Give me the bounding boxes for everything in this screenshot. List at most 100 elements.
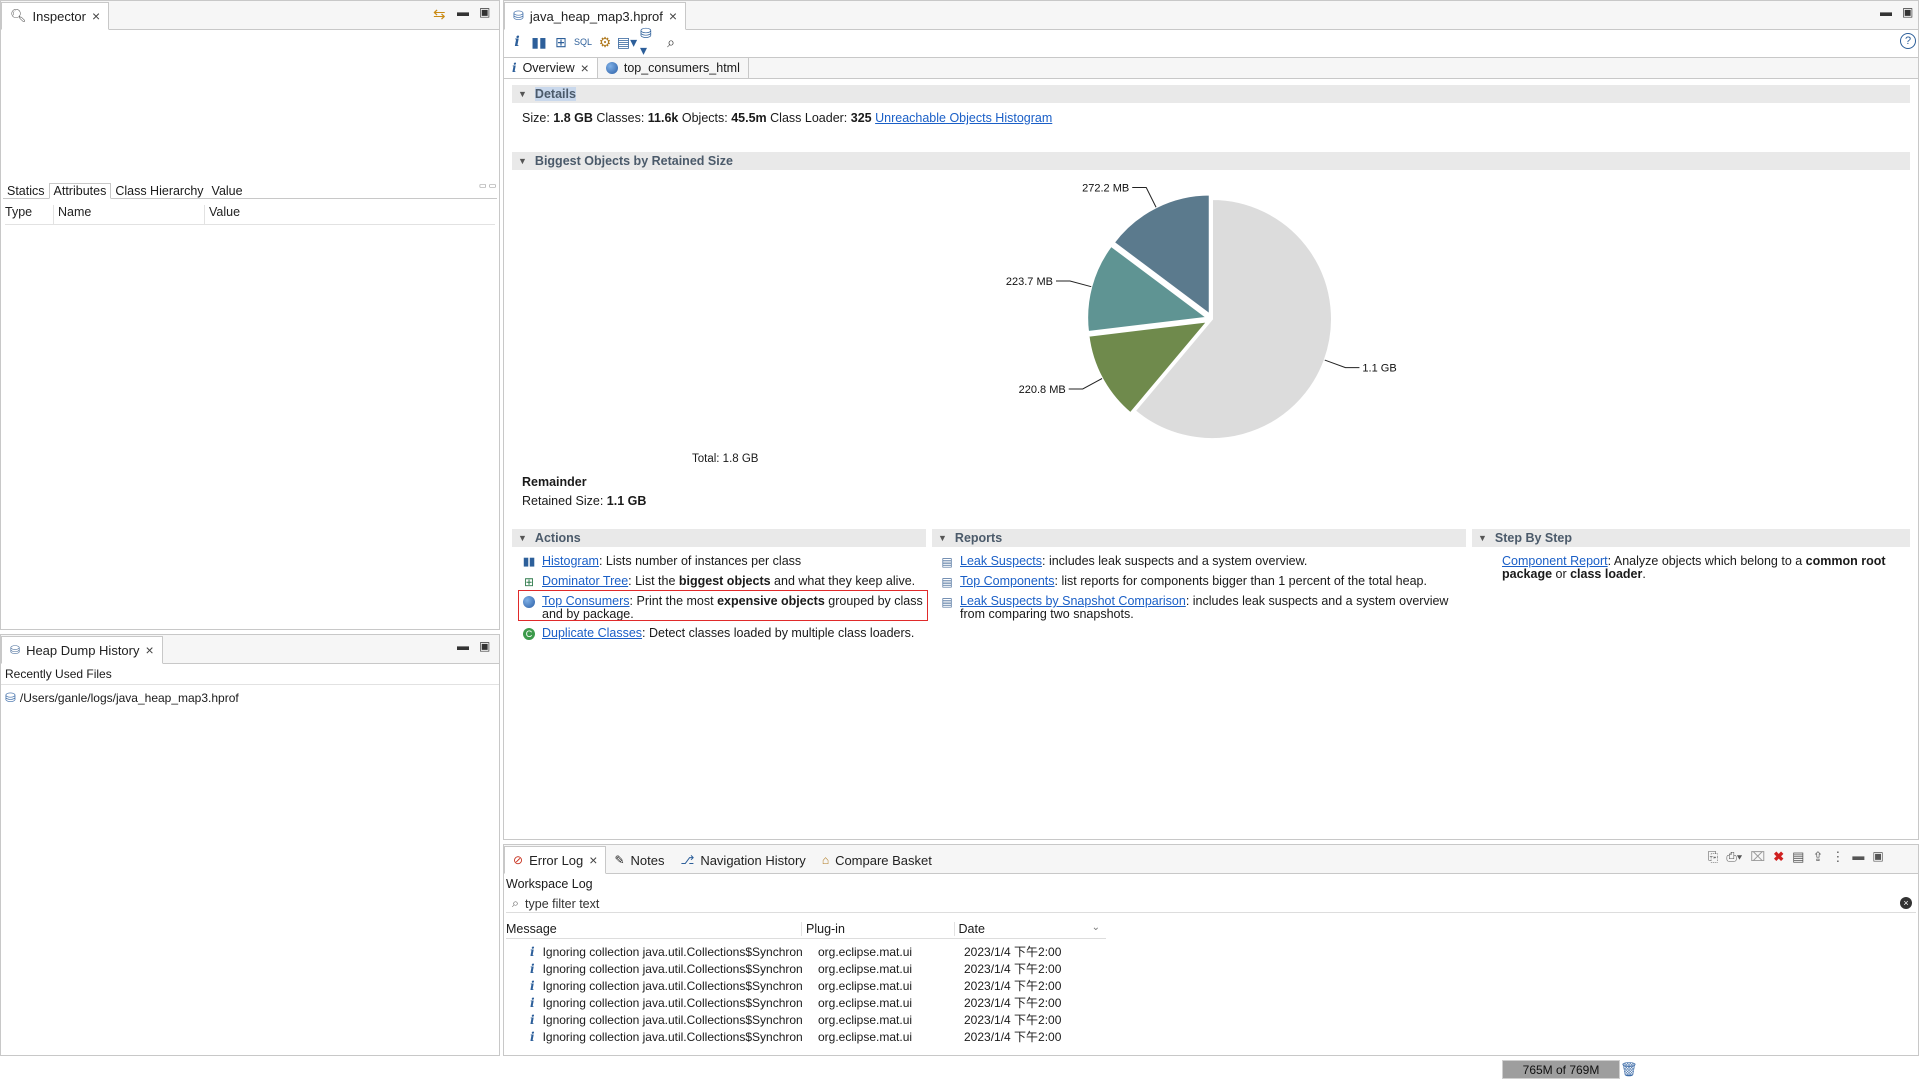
search-icon: ⌕ — [512, 896, 520, 910]
col-date-label: Date — [958, 921, 985, 936]
tab-class-hierarchy[interactable]: Class Hierarchy — [111, 184, 207, 198]
reports-section-header[interactable]: ▼ Reports — [932, 529, 1466, 547]
log-date: 2023/1/4 下午2:00 — [964, 1030, 1062, 1044]
log-row[interactable]: i Ignoring collection java.util.Collectio… — [506, 1011, 1106, 1028]
tab-notes[interactable]: ✎ Notes — [606, 847, 672, 873]
retained-size-value: 1.1 GB — [606, 494, 647, 508]
close-icon[interactable]: × — [146, 643, 154, 657]
gear-icon[interactable]: ⚙ — [596, 33, 614, 51]
oql-icon[interactable]: SQL — [574, 33, 592, 51]
log-row[interactable]: i Ignoring collection java.util.Collectio… — [506, 994, 1106, 1011]
log-plugin: org.eclipse.mat.ui — [818, 1029, 913, 1044]
tab-statics[interactable]: Statics — [3, 184, 49, 198]
snapshot-comparison-link[interactable]: Leak Suspects by Snapshot Comparison — [960, 594, 1186, 608]
stepbystep-section-header[interactable]: ▼ Step By Step — [1472, 529, 1910, 547]
report-leak-text: Leak Suspects: includes leak suspects an… — [960, 555, 1307, 568]
dominator-tree-link[interactable]: Dominator Tree — [542, 574, 628, 588]
minimize-icon[interactable]: ▬ — [1880, 5, 1892, 19]
biggest-objects-section-header[interactable]: ▼ Biggest Objects by Retained Size — [512, 152, 1910, 170]
log-row[interactable]: i Ignoring collection java.util.Collectio… — [506, 960, 1106, 977]
minimize-icon[interactable]: ▬ — [1852, 849, 1864, 865]
report-icon: ▤ — [941, 554, 953, 569]
leak-suspects-link[interactable]: Leak Suspects — [960, 554, 1042, 568]
help-icon[interactable]: ? — [1900, 33, 1916, 49]
notes-label: Notes — [630, 852, 665, 868]
recent-file-item[interactable]: ⛁ /Users/ganle/logs/java_heap_map3.hprof — [5, 689, 239, 707]
unreachable-histogram-link[interactable]: Unreachable Objects Histogram — [875, 111, 1052, 125]
clear-log-icon[interactable]: ⌧ — [1750, 849, 1765, 865]
export-log-icon[interactable]: ⎘ — [1708, 849, 1718, 865]
heap-status[interactable]: 765M of 769M — [1502, 1060, 1620, 1079]
clear-filter-icon[interactable]: × — [1900, 897, 1912, 909]
tab-heap-dump-history[interactable]: ⛁ Heap Dump History × — [1, 636, 163, 664]
log-message: Ignoring collection java.util.Collection… — [542, 995, 803, 1010]
col-name[interactable]: Name — [54, 205, 205, 224]
tab-top-consumers-html[interactable]: top_consumers_html — [598, 58, 749, 78]
tab-inspector[interactable]: 🔍︎ Inspector × — [1, 2, 110, 30]
action-histogram-text: Histogram: Lists number of instances per… — [542, 555, 801, 568]
close-icon[interactable]: × — [92, 9, 100, 23]
duplicate-classes-link[interactable]: Duplicate Classes — [542, 626, 642, 640]
error-log-label: Error Log — [529, 852, 584, 868]
maximize-icon[interactable]: ▣ — [1872, 849, 1883, 865]
remainder-title: Remainder — [522, 475, 587, 489]
tab-error-log[interactable]: ⊘ Error Log × — [504, 846, 607, 874]
tab-compare-basket[interactable]: ⌂ Compare Basket — [814, 847, 940, 873]
log-plugin: org.eclipse.mat.ui — [818, 1012, 913, 1027]
errorlog-panel: ⊘ Error Log × ✎ Notes ⎇ Navigation Histo… — [503, 844, 1919, 1056]
actions-section-header[interactable]: ▼ Actions — [512, 529, 926, 547]
inner-minimize-icon[interactable]: ▭ ▭ — [479, 181, 496, 190]
top-components-link[interactable]: Top Components — [960, 574, 1055, 588]
maximize-icon[interactable]: ▣ — [1902, 5, 1913, 19]
col-date[interactable]: Date ⌄ — [955, 922, 1107, 936]
minimize-icon[interactable]: ▬ — [457, 5, 469, 19]
component-report-link[interactable]: Component Report — [1502, 554, 1608, 568]
log-row[interactable]: i Ignoring collection java.util.Collectio… — [506, 943, 1106, 960]
tab-attributes[interactable]: Attributes — [48, 183, 112, 199]
col-type[interactable]: Type — [5, 205, 54, 224]
details-section-header[interactable]: ▼ Details — [512, 85, 1910, 103]
reports-dropdown-icon[interactable]: ▤▾ — [617, 33, 637, 51]
query-dropdown-icon[interactable]: ⛁▾ — [640, 25, 658, 58]
col-value[interactable]: Value — [205, 205, 240, 224]
editor-tabbar: ⛁ java_heap_map3.hprof × — [504, 1, 1918, 30]
close-icon[interactable]: × — [581, 61, 589, 75]
info-icon[interactable]: i — [508, 33, 526, 51]
close-icon[interactable]: × — [589, 853, 597, 867]
link-with-editor-icon[interactable]: ⇆ — [433, 5, 446, 23]
maximize-icon[interactable]: ▣ — [479, 639, 490, 653]
actions-title: Actions — [534, 531, 581, 545]
tab-overview[interactable]: i Overview × — [504, 58, 598, 78]
editor-tab-title: java_heap_map3.hprof — [529, 8, 663, 24]
collapse-triangle-icon: ▼ — [938, 533, 947, 543]
tab-navigation-history[interactable]: ⎇ Navigation History — [672, 847, 813, 873]
garbage-collect-icon[interactable]: 🗑︎ — [1620, 1061, 1638, 1078]
filter-field[interactable]: ⌕ type filter text — [506, 895, 1916, 913]
tab-value[interactable]: Value — [208, 184, 247, 198]
action-duplicate-classes: C Duplicate Classes: Detect classes load… — [522, 627, 924, 641]
log-date: 2023/1/4 下午2:00 — [964, 962, 1062, 976]
tab-heap-dump[interactable]: ⛁ java_heap_map3.hprof × — [504, 2, 687, 30]
delete-log-icon[interactable]: ✖ — [1773, 849, 1784, 865]
log-date: 2023/1/4 下午2:00 — [964, 996, 1062, 1010]
histogram-icon: ▮▮ — [522, 555, 536, 568]
histogram-icon[interactable]: ▮▮ — [530, 33, 548, 51]
col-plugin[interactable]: Plug-in — [802, 921, 955, 936]
log-row[interactable]: i Ignoring collection java.util.Collectio… — [506, 977, 1106, 994]
search-icon[interactable]: ⌕ — [662, 33, 680, 51]
histogram-link[interactable]: Histogram — [542, 554, 599, 568]
log-row[interactable]: i Ignoring collection java.util.Collectio… — [506, 1028, 1106, 1045]
restore-log-icon[interactable]: ⇪ — [1812, 849, 1823, 865]
log-rows: i Ignoring collection java.util.Collectio… — [506, 943, 1106, 1051]
open-log-icon[interactable]: ▤ — [1792, 849, 1804, 865]
close-icon[interactable]: × — [669, 9, 677, 23]
dominator-tree-icon[interactable]: ⊞ — [552, 33, 570, 51]
log-plugin: org.eclipse.mat.ui — [818, 944, 913, 959]
view-menu-icon[interactable]: ⋮ — [1831, 849, 1844, 865]
col-message[interactable]: Message — [506, 921, 802, 936]
minimize-icon[interactable]: ▬ — [457, 639, 469, 653]
maximize-icon[interactable]: ▣ — [479, 5, 490, 19]
pie-label-leader — [1055, 280, 1092, 288]
import-log-icon[interactable]: ⎙▾ — [1726, 849, 1742, 865]
info-icon: i — [512, 61, 517, 75]
